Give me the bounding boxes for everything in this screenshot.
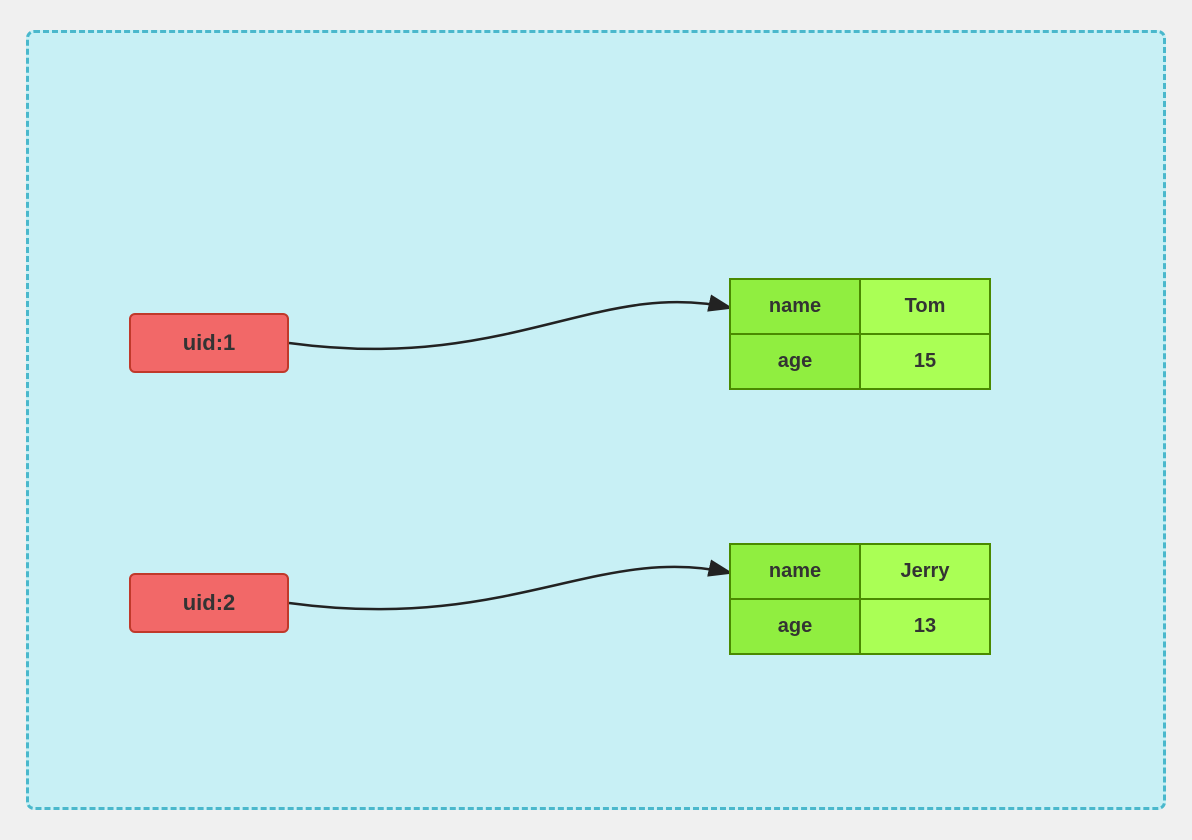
record-table-1: nameTomage15 bbox=[729, 278, 991, 390]
connection-arrow-1 bbox=[289, 302, 731, 349]
record-table-2: nameJerryage13 bbox=[729, 543, 991, 655]
val-cell-age: 15 bbox=[860, 334, 990, 389]
key-cell-age: age bbox=[730, 599, 860, 654]
key-cell-name: name bbox=[730, 279, 860, 334]
val-cell-age: 13 bbox=[860, 599, 990, 654]
arrows-layer bbox=[29, 33, 1163, 807]
key-cell-age: age bbox=[730, 334, 860, 389]
key-cell-name: name bbox=[730, 544, 860, 599]
connection-arrow-2 bbox=[289, 567, 731, 609]
val-cell-name: Jerry bbox=[860, 544, 990, 599]
uid-box-1: uid:1 bbox=[129, 313, 289, 373]
main-canvas: uid:1nameTomage15uid:2nameJerryage13 bbox=[26, 30, 1166, 810]
uid-box-2: uid:2 bbox=[129, 573, 289, 633]
val-cell-name: Tom bbox=[860, 279, 990, 334]
